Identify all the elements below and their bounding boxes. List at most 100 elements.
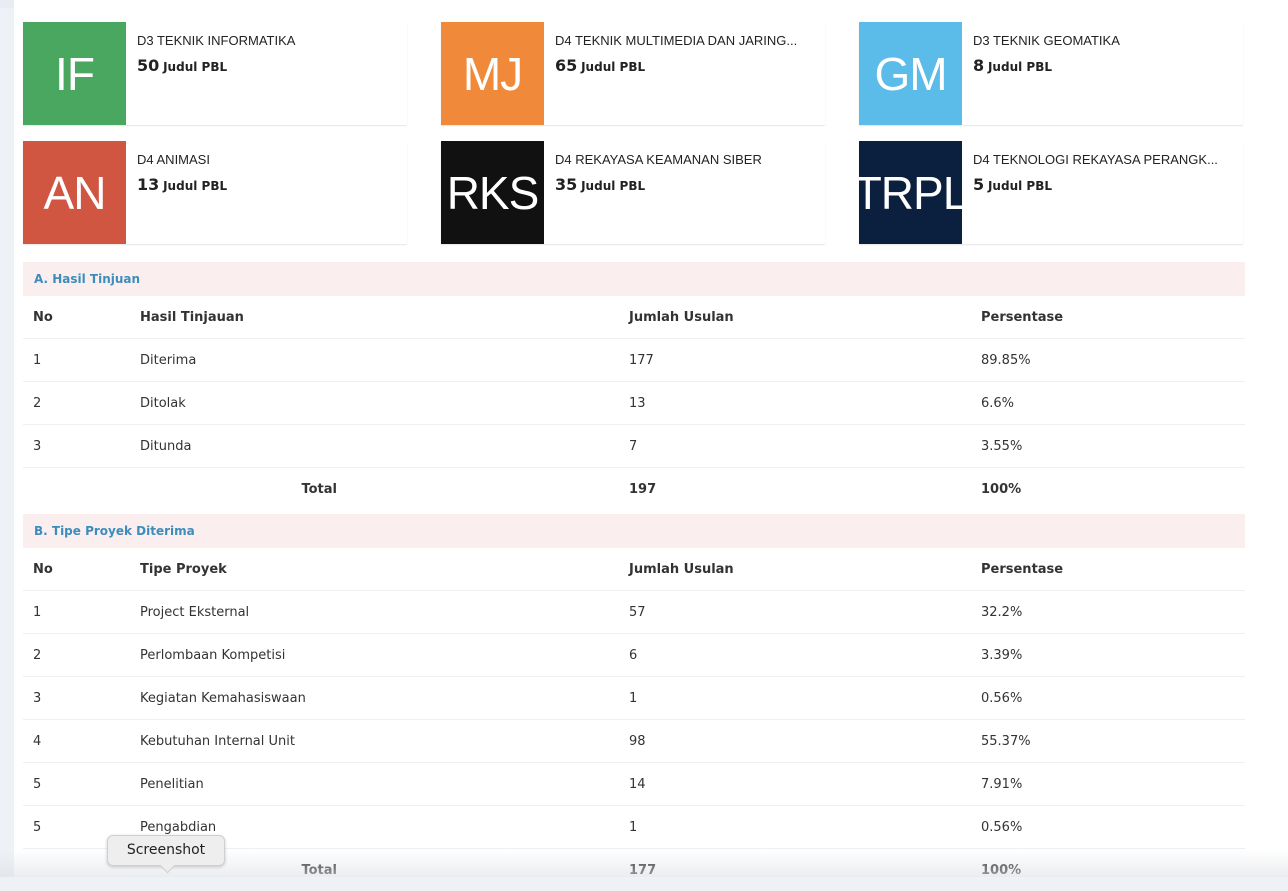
row-percent: 55.37%: [971, 720, 1245, 763]
row-label: Diterima: [130, 339, 619, 382]
card-body: D4 REKAYASA KEAMANAN SIBER 35 Judul PBL: [544, 141, 825, 244]
row-label: Ditunda: [130, 425, 619, 468]
row-percent: 3.55%: [971, 425, 1245, 468]
count-unit: Judul PBL: [163, 179, 227, 193]
row-no: 2: [23, 634, 130, 677]
program-abbr: TRPL: [859, 166, 962, 220]
program-abbr: RKS: [447, 166, 539, 220]
program-abbr-tile: MJ: [441, 22, 544, 125]
row-percent: 7.91%: [971, 763, 1245, 806]
row-count: 7: [619, 425, 971, 468]
col-persentase: Persentase: [971, 296, 1245, 339]
count-unit: Judul PBL: [581, 60, 645, 74]
program-count: 50 Judul PBL: [137, 56, 407, 75]
section-hasil-tinjuan: A. Hasil Tinjuan No Hasil Tinjauan Jumla…: [23, 262, 1245, 510]
table-row: 4Kebutuhan Internal Unit9855.37%: [23, 720, 1245, 763]
program-name: D4 TEKNOLOGI REKAYASA PERANGK...: [973, 152, 1243, 167]
col-jumlah-usulan: Jumlah Usulan: [619, 548, 971, 591]
program-card[interactable]: GM D3 TEKNIK GEOMATIKA 8 Judul PBL: [859, 22, 1243, 125]
row-percent: 6.6%: [971, 382, 1245, 425]
col-no: No: [23, 296, 130, 339]
table-header-row: No Hasil Tinjauan Jumlah Usulan Persenta…: [23, 296, 1245, 339]
col-tipe-proyek: Tipe Proyek: [130, 548, 619, 591]
count-value: 35: [555, 175, 577, 194]
program-card[interactable]: MJ D4 TEKNIK MULTIMEDIA DAN JARING...65 J…: [441, 22, 825, 125]
count-unit: Judul PBL: [988, 179, 1052, 193]
row-no: 2: [23, 382, 130, 425]
program-abbr-tile: RKS: [441, 141, 544, 244]
table-row: 3Ditunda73.55%: [23, 425, 1245, 468]
total-percent: 100%: [971, 849, 1245, 891]
row-label: Ditolak: [130, 382, 619, 425]
row-count: 13: [619, 382, 971, 425]
col-persentase: Persentase: [971, 548, 1245, 591]
program-count: 5 Judul PBL: [973, 175, 1243, 194]
program-card[interactable]: TRPL D4 TEKNOLOGI REKAYASA PERANGK... 5 Ju…: [859, 141, 1243, 244]
row-no: 3: [23, 425, 130, 468]
table-row: 1Project Eksternal5732.2%: [23, 591, 1245, 634]
card-body: D3 TEKNIK INFORMATIKA 50 Judul PBL: [126, 22, 407, 125]
row-count: 6: [619, 634, 971, 677]
section-heading: A. Hasil Tinjuan: [23, 262, 1245, 296]
total-count: 197: [619, 468, 971, 511]
row-count: 57: [619, 591, 971, 634]
col-jumlah-usulan: Jumlah Usulan: [619, 296, 971, 339]
row-label: Penelitian: [130, 763, 619, 806]
row-percent: 89.85%: [971, 339, 1245, 382]
row-percent: 32.2%: [971, 591, 1245, 634]
row-no: 4: [23, 720, 130, 763]
table-row: 2Ditolak136.6%: [23, 382, 1245, 425]
count-value: 8: [973, 56, 984, 75]
col-hasil-tinjauan: Hasil Tinjauan: [130, 296, 619, 339]
row-count: 14: [619, 763, 971, 806]
program-abbr: IF: [55, 47, 94, 101]
row-percent: 0.56%: [971, 677, 1245, 720]
table-row: 5Penelitian147.91%: [23, 763, 1245, 806]
card-body: D4 ANIMASI 13 Judul PBL: [126, 141, 407, 244]
program-count: 8 Judul PBL: [973, 56, 1243, 75]
card-body: D4 TEKNIK MULTIMEDIA DAN JARING...65 Jud…: [544, 22, 825, 125]
col-no: No: [23, 548, 130, 591]
row-no: 5: [23, 763, 130, 806]
count-value: 13: [137, 175, 159, 194]
table-total-row: Total197100%: [23, 468, 1245, 511]
program-cards: IF D3 TEKNIK INFORMATIKA 50 Judul PBL MJ D4 …: [23, 22, 1243, 244]
row-percent: 3.39%: [971, 634, 1245, 677]
row-no: 1: [23, 339, 130, 382]
screenshot-tooltip: Screenshot: [107, 835, 225, 866]
program-count: 35 Judul PBL: [555, 175, 825, 194]
row-label: Perlombaan Kompetisi: [130, 634, 619, 677]
program-count: 65 Judul PBL: [555, 56, 825, 75]
program-name: D4 REKAYASA KEAMANAN SIBER: [555, 152, 825, 167]
program-name: D4 ANIMASI: [137, 152, 407, 167]
count-value: 65: [555, 56, 577, 75]
row-percent: 0.56%: [971, 806, 1245, 849]
row-no: 1: [23, 591, 130, 634]
table-row: 1Diterima17789.85%: [23, 339, 1245, 382]
count-unit: Judul PBL: [581, 179, 645, 193]
program-abbr: AN: [44, 166, 106, 220]
program-card[interactable]: AN D4 ANIMASI 13 Judul PBL: [23, 141, 407, 244]
row-count: 98: [619, 720, 971, 763]
program-name: D3 TEKNIK INFORMATIKA: [137, 33, 407, 48]
program-abbr-tile: IF: [23, 22, 126, 125]
program-abbr-tile: AN: [23, 141, 126, 244]
count-value: 50: [137, 56, 159, 75]
program-abbr-tile: GM: [859, 22, 962, 125]
card-body: D3 TEKNIK GEOMATIKA 8 Judul PBL: [962, 22, 1243, 125]
count-unit: Judul PBL: [988, 60, 1052, 74]
row-label: Kebutuhan Internal Unit: [130, 720, 619, 763]
program-abbr-tile: TRPL: [859, 141, 962, 244]
program-card[interactable]: IF D3 TEKNIK INFORMATIKA 50 Judul PBL: [23, 22, 407, 125]
row-label: Kegiatan Kemahasiswaan: [130, 677, 619, 720]
program-card[interactable]: RKS D4 REKAYASA KEAMANAN SIBER 35 Judul PB…: [441, 141, 825, 244]
row-no: 3: [23, 677, 130, 720]
program-abbr: MJ: [463, 47, 522, 101]
section-heading: B. Tipe Proyek Diterima: [23, 514, 1245, 548]
program-name: D3 TEKNIK GEOMATIKA: [973, 33, 1243, 48]
card-body: D4 TEKNOLOGI REKAYASA PERANGK... 5 Judul …: [962, 141, 1243, 244]
hasil-tinjuan-table: No Hasil Tinjauan Jumlah Usulan Persenta…: [23, 296, 1245, 510]
program-abbr: GM: [874, 47, 946, 101]
row-count: 1: [619, 806, 971, 849]
total-percent: 100%: [971, 468, 1245, 511]
